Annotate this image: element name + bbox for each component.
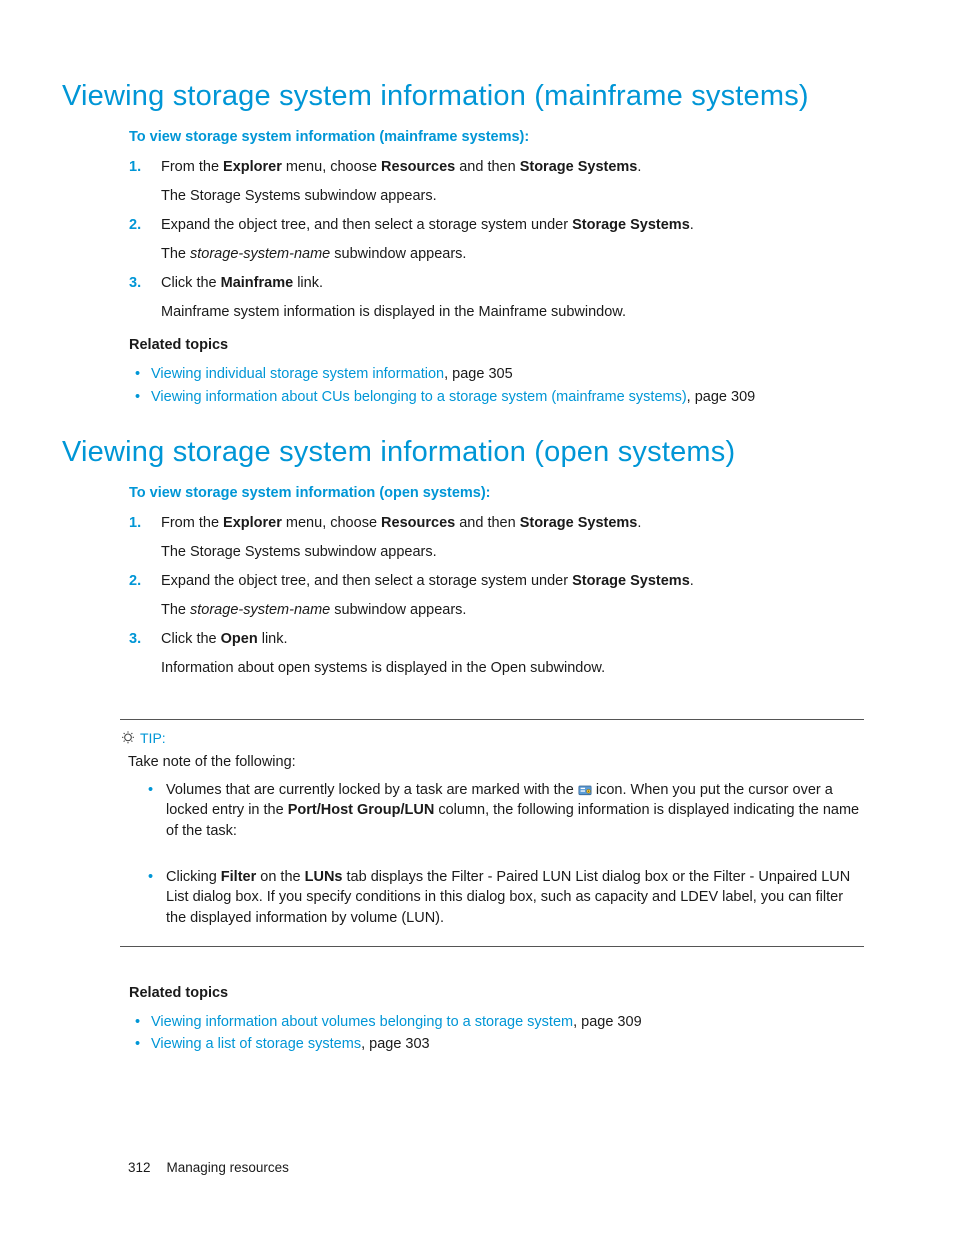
section2-step3: 3. Click the Open link. Information abou… — [129, 629, 864, 679]
step-sub: The storage-system-name subwindow appear… — [161, 244, 864, 265]
step-number: 2. — [129, 215, 141, 236]
step-sub: Mainframe system information is displaye… — [161, 302, 864, 323]
step-sub: Information about open systems is displa… — [161, 658, 864, 679]
section1-related-heading: Related topics — [129, 337, 864, 353]
tip-intro: Take note of the following: — [128, 754, 864, 770]
step-text: From the Explorer menu, choose Resources… — [161, 515, 641, 531]
step-sub: The Storage Systems subwindow appears. — [161, 542, 864, 563]
step-number: 1. — [129, 513, 141, 534]
section1-intro: To view storage system information (main… — [129, 129, 864, 145]
step-number: 1. — [129, 157, 141, 178]
section2-step2: 2. Expand the object tree, and then sele… — [129, 571, 864, 621]
step-text: From the Explorer menu, choose Resources… — [161, 159, 641, 175]
related-link[interactable]: Viewing information about volumes belong… — [151, 1014, 573, 1030]
chapter-name: Managing resources — [167, 1160, 289, 1175]
section2-heading: Viewing storage system information (open… — [62, 436, 864, 469]
section2-steps: 1. From the Explorer menu, choose Resour… — [129, 513, 864, 679]
step-number: 3. — [129, 629, 141, 650]
step-text: Expand the object tree, and then select … — [161, 573, 694, 589]
tip-lightbulb-icon — [120, 730, 136, 746]
related-link[interactable]: Viewing information about CUs belonging … — [151, 389, 687, 405]
section1-heading: Viewing storage system information (main… — [62, 80, 864, 113]
step-sub: The Storage Systems subwindow appears. — [161, 186, 864, 207]
page-footer: 312 Managing resources — [128, 1160, 289, 1175]
section2-related-list: Viewing information about volumes belong… — [129, 1011, 864, 1056]
section1-step2: 2. Expand the object tree, and then sele… — [129, 215, 864, 265]
section1-related-list: Viewing individual storage system inform… — [129, 363, 864, 408]
related-tail: , page 303 — [361, 1036, 430, 1052]
section1-steps: 1. From the Explorer menu, choose Resour… — [129, 157, 864, 323]
step-text: Click the Open link. — [161, 631, 288, 647]
lock-icon — [578, 783, 592, 796]
related-item: Viewing information about CUs belonging … — [129, 386, 864, 408]
related-tail: , page 309 — [573, 1014, 642, 1030]
related-link[interactable]: Viewing individual storage system inform… — [151, 366, 444, 382]
section1-step3: 3. Click the Mainframe link. Mainframe s… — [129, 273, 864, 323]
related-tail: , page 309 — [687, 389, 756, 405]
section1-step1: 1. From the Explorer menu, choose Resour… — [129, 157, 864, 207]
step-text: Click the Mainframe link. — [161, 275, 323, 291]
step-sub: The storage-system-name subwindow appear… — [161, 600, 864, 621]
related-tail: , page 305 — [444, 366, 513, 382]
section2-related-heading: Related topics — [129, 985, 864, 1001]
tip-box: TIP: Take note of the following: Volumes… — [120, 719, 864, 947]
related-item: Viewing individual storage system inform… — [129, 363, 864, 385]
step-text: Expand the object tree, and then select … — [161, 217, 694, 233]
tip-label: TIP: — [140, 730, 166, 746]
tip-item: Clicking Filter on the LUNs tab displays… — [142, 867, 864, 928]
step-number: 3. — [129, 273, 141, 294]
step-number: 2. — [129, 571, 141, 592]
section2-step1: 1. From the Explorer menu, choose Resour… — [129, 513, 864, 563]
related-item: Viewing information about volumes belong… — [129, 1011, 864, 1033]
page-number: 312 — [128, 1160, 151, 1175]
tip-item: Volumes that are currently locked by a t… — [142, 780, 864, 841]
section2-intro: To view storage system information (open… — [129, 485, 864, 501]
related-item: Viewing a list of storage systems, page … — [129, 1033, 864, 1055]
related-link[interactable]: Viewing a list of storage systems — [151, 1036, 361, 1052]
tip-list: Volumes that are currently locked by a t… — [142, 780, 864, 928]
